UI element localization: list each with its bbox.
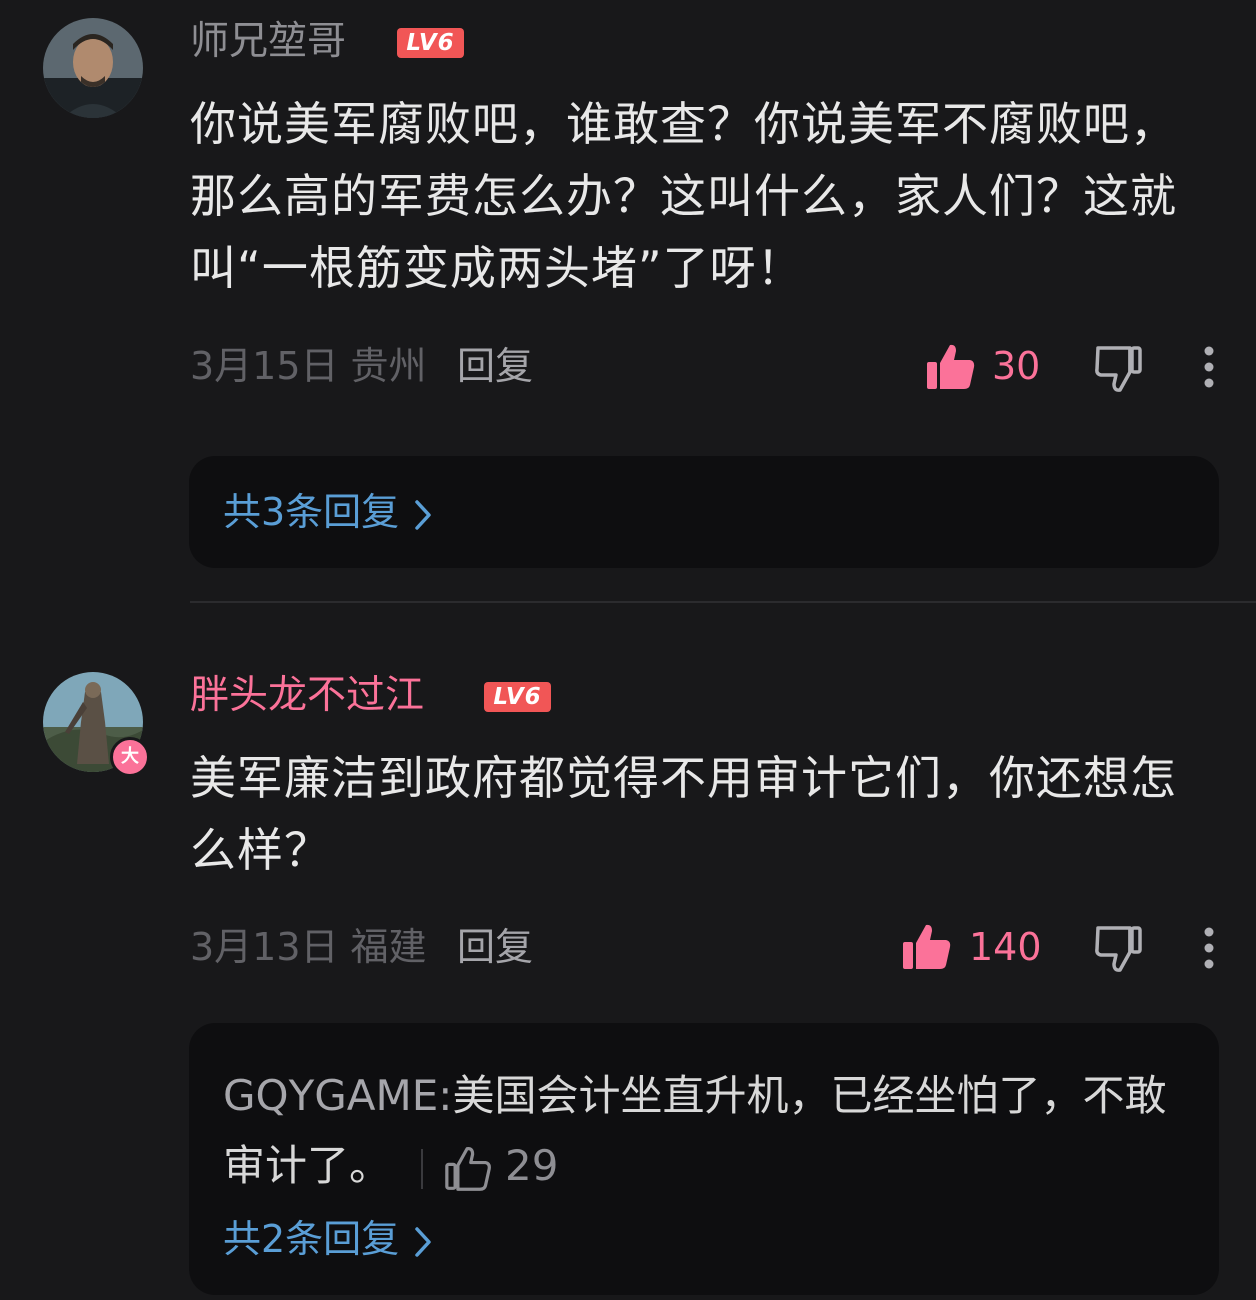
big-member-badge: 大 <box>110 737 150 777</box>
comment-location: 福建 <box>350 925 427 969</box>
view-replies-link[interactable]: 共3条回复 <box>223 488 433 536</box>
replies-box: 共3条回复 <box>189 456 1219 568</box>
user-avatar[interactable] <box>43 18 143 118</box>
comment-text: 美军廉洁到政府都觉得不用审计它们，你还想怎么样？ <box>190 751 1177 877</box>
more-vertical-icon[interactable] <box>1196 923 1222 973</box>
view-replies-label: 共2条回复 <box>223 1217 400 1261</box>
username[interactable]: 师兄堃哥 <box>190 18 346 66</box>
thumbs-up-icon[interactable] <box>902 922 952 972</box>
more-vertical-icon[interactable] <box>1196 342 1222 392</box>
comment-location: 贵州 <box>350 344 427 388</box>
view-replies-label: 共3条回复 <box>223 490 400 534</box>
like-count: 140 <box>969 925 1042 969</box>
level-badge: LV6 <box>397 28 464 58</box>
comment-text: 你说美军腐败吧，谁敢查？你说美军不腐败吧，那么高的军费怎么办？这叫什么，家人们？… <box>190 97 1177 295</box>
thumbs-up-icon[interactable] <box>926 342 976 392</box>
replies-box: GQYGAME:美国会计坐直升机，已经坐怕了，不敢审计了。 29 共2条回复 <box>189 1023 1219 1295</box>
chevron-right-icon <box>415 1226 431 1257</box>
separator <box>421 1148 424 1189</box>
comment-date: 3月13日 <box>190 925 339 969</box>
view-replies-link[interactable]: 共2条回复 <box>223 1215 433 1263</box>
comment-divider <box>190 601 1256 603</box>
chevron-right-icon <box>415 499 431 530</box>
sub-reply: GQYGAME:美国会计坐直升机，已经坐怕了，不敢审计了。 29 <box>223 1061 1173 1201</box>
sub-reply-user[interactable]: GQYGAME: <box>223 1071 452 1120</box>
sub-reply-like-count: 29 <box>505 1141 559 1190</box>
reply-button[interactable]: 回复 <box>457 923 533 971</box>
comment-meta: 3月13日 福建 <box>190 923 427 971</box>
thumbs-up-icon[interactable] <box>445 1146 491 1192</box>
comment-date: 3月15日 <box>190 344 339 388</box>
like-count: 30 <box>992 344 1041 388</box>
thumbs-down-icon[interactable] <box>1094 924 1142 974</box>
level-badge: LV6 <box>484 682 551 712</box>
comment-meta: 3月15日 贵州 <box>190 342 427 390</box>
username[interactable]: 胖头龙不过江 <box>190 672 424 720</box>
reply-button[interactable]: 回复 <box>457 342 533 390</box>
thumbs-down-icon[interactable] <box>1094 344 1142 394</box>
